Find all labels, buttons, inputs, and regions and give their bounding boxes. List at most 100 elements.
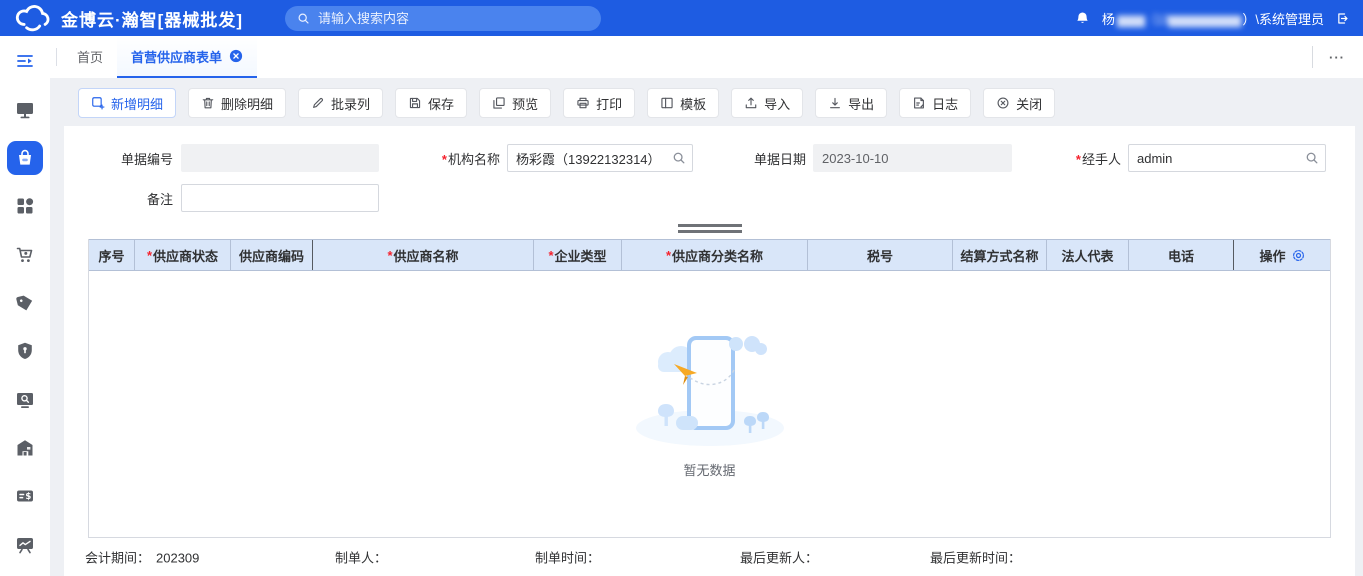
table-body: 暂无数据 xyxy=(89,271,1330,537)
footer-item: 制单时间： xyxy=(535,548,606,567)
bell-icon[interactable] xyxy=(1075,11,1090,26)
app-title: 金博云·瀚智[器械批发] xyxy=(61,6,243,31)
purchase-basket-icon xyxy=(15,148,35,168)
user-info[interactable]: 杨▆▆▆（13▆▆▆▆▆▆▆▆）\系统管理员 xyxy=(1102,9,1324,28)
sidebar-item-purchase-basket[interactable] xyxy=(7,141,43,175)
form-panel: 单据编号 *机构名称 单据日期 *经手人 备注 xyxy=(64,126,1355,576)
global-search-input[interactable] xyxy=(318,11,589,26)
close-button[interactable]: 关闭 xyxy=(983,88,1055,118)
column-header: 电话 xyxy=(1129,240,1234,270)
org-label: *机构名称 xyxy=(379,149,500,168)
import-icon xyxy=(744,96,758,110)
search-icon xyxy=(297,12,310,25)
footer-label: 最后更新人： xyxy=(740,551,818,566)
org-input[interactable] xyxy=(507,144,693,172)
printer-button[interactable]: 打印 xyxy=(563,88,635,118)
button-label: 导出 xyxy=(848,94,874,113)
button-label: 日志 xyxy=(932,94,958,113)
printer-icon xyxy=(576,96,590,110)
user-name: 杨 xyxy=(1102,9,1115,28)
org-search-icon[interactable] xyxy=(672,151,686,165)
column-header: 税号 xyxy=(808,240,953,270)
column-label: 供应商分类名称 xyxy=(672,246,763,265)
export-icon xyxy=(828,96,842,110)
collapse-menu-icon xyxy=(15,51,35,71)
screen-search-icon xyxy=(15,390,35,410)
cloud-logo-icon xyxy=(14,5,51,32)
logout-icon[interactable] xyxy=(1336,12,1349,25)
tag-icon xyxy=(15,293,35,313)
global-search[interactable] xyxy=(285,6,601,31)
preview-icon xyxy=(492,96,506,110)
footer-value: 202309 xyxy=(156,551,199,566)
cart-icon xyxy=(15,245,35,265)
tab-more-button[interactable]: ··· xyxy=(1312,46,1345,68)
sidebar-item-warehouse[interactable] xyxy=(7,431,43,465)
footer-item: 最后更新人： xyxy=(740,548,824,567)
template-icon xyxy=(660,96,674,110)
required-mark: * xyxy=(442,152,447,167)
import-button[interactable]: 导入 xyxy=(731,88,803,118)
sidebar-item-shield[interactable] xyxy=(7,334,43,368)
footer-label: 会计期间： xyxy=(85,551,150,566)
column-header: 操作 xyxy=(1234,240,1331,270)
pencil-button[interactable]: 批录列 xyxy=(298,88,383,118)
user-role: ）\系统管理员 xyxy=(1242,9,1324,28)
table-header-row: 序号*供应商状态供应商编码*供应商名称*企业类型*供应商分类名称税号结算方式名称… xyxy=(89,239,1330,271)
sidebar-collapse-button[interactable] xyxy=(7,44,43,78)
button-label: 导入 xyxy=(764,94,790,113)
column-settings-gear-icon[interactable] xyxy=(1291,248,1306,263)
template-button[interactable]: 模板 xyxy=(647,88,719,118)
column-header: *供应商名称 xyxy=(313,240,534,270)
required-mark: * xyxy=(666,248,671,263)
footer-label: 最后更新时间： xyxy=(930,551,1021,566)
footer-label: 制单人： xyxy=(335,551,387,566)
handler-search-icon[interactable] xyxy=(1305,151,1319,165)
sidebar-item-bill[interactable]: $ xyxy=(7,479,43,513)
desktop-icon xyxy=(15,100,35,120)
add-detail-button[interactable]: 新增明细 xyxy=(78,88,176,118)
chart-board-icon xyxy=(15,535,35,555)
footer-item: 制单人： xyxy=(335,548,393,567)
form-area: 单据编号 *机构名称 单据日期 *经手人 备注 xyxy=(64,126,1355,224)
column-label: 税号 xyxy=(867,246,893,265)
empty-text: 暂无数据 xyxy=(683,460,735,479)
button-label: 新增明细 xyxy=(111,94,163,113)
save-button[interactable]: 保存 xyxy=(395,88,467,118)
trash-button[interactable]: 删除明细 xyxy=(188,88,286,118)
handler-input[interactable] xyxy=(1128,144,1326,172)
column-label: 结算方式名称 xyxy=(960,246,1038,265)
button-label: 预览 xyxy=(512,94,538,113)
footer-item: 会计期间： 202309 xyxy=(85,548,199,567)
doc-no-label: 单据编号 xyxy=(88,149,173,168)
button-label: 关闭 xyxy=(1016,94,1042,113)
tab-home[interactable]: 首页 xyxy=(63,36,117,78)
footer-item: 最后更新时间： xyxy=(930,548,1027,567)
tab-close-icon[interactable] xyxy=(229,49,243,63)
left-sidebar: $ xyxy=(0,36,50,576)
apps-grid-icon xyxy=(15,196,35,216)
column-header: 序号 xyxy=(89,240,135,270)
sidebar-item-tag[interactable] xyxy=(7,286,43,320)
export-button[interactable]: 导出 xyxy=(815,88,887,118)
column-header: *供应商状态 xyxy=(135,240,231,270)
warehouse-icon xyxy=(15,438,35,458)
required-mark: * xyxy=(147,248,152,263)
column-label: 操作 xyxy=(1259,246,1285,265)
pencil-icon xyxy=(311,96,325,110)
split-handle[interactable] xyxy=(678,224,742,233)
column-header: *企业类型 xyxy=(534,240,622,270)
tab-active[interactable]: 首营供应商表单 xyxy=(117,36,257,78)
sidebar-item-cart[interactable] xyxy=(7,237,43,271)
sidebar-item-chart-board[interactable] xyxy=(7,528,43,562)
log-button[interactable]: 日志 xyxy=(899,88,971,118)
tab-label: 首页 xyxy=(77,47,103,66)
sidebar-item-screen-search[interactable] xyxy=(7,383,43,417)
remark-input[interactable] xyxy=(181,184,379,212)
sidebar-item-apps-grid[interactable] xyxy=(7,189,43,223)
column-label: 法人代表 xyxy=(1061,246,1113,265)
button-label: 打印 xyxy=(596,94,622,113)
sidebar-item-desktop[interactable] xyxy=(7,92,43,126)
preview-button[interactable]: 预览 xyxy=(479,88,551,118)
date-input xyxy=(813,144,1012,172)
